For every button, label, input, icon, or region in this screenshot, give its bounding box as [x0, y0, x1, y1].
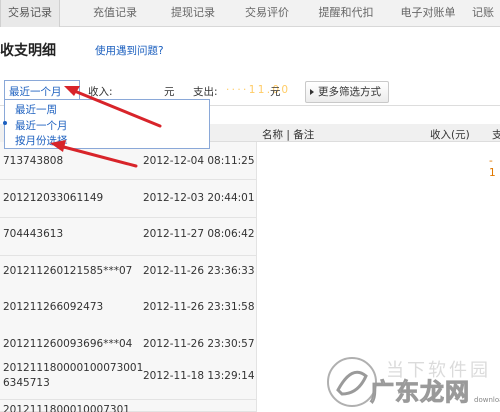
- menu-item-last-week[interactable]: 最近一周: [15, 102, 57, 117]
- tab-transaction-reviews[interactable]: 交易评价: [232, 0, 302, 27]
- triangle-right-icon: [310, 89, 314, 95]
- tab-withdraw-records[interactable]: 提现记录: [158, 0, 228, 27]
- menu-item-by-month[interactable]: 按月份选择: [15, 133, 68, 148]
- row-transaction-id: 201211266092473: [3, 301, 104, 313]
- column-header-name: 名称 | 备注: [262, 129, 315, 141]
- date-range-select[interactable]: 最近一个月: [4, 80, 80, 100]
- date-range-selected: 最近一个月: [9, 86, 62, 98]
- row-transaction-id: 2012111800010007301: [3, 404, 130, 412]
- tab-transaction-records[interactable]: 交易记录: [0, 0, 60, 27]
- row-transaction-id: 201212033061149: [3, 192, 104, 204]
- column-header-expense: 支: [492, 129, 500, 141]
- watermark-sub-text: download: [474, 396, 500, 404]
- column-divider: [256, 142, 257, 412]
- row-transaction-id: 713743808: [3, 155, 64, 167]
- tab-recharge-records[interactable]: 充值记录: [80, 0, 150, 27]
- more-filters-label: 更多筛选方式: [318, 86, 381, 98]
- tab-e-statement[interactable]: 电子对账单: [390, 0, 466, 27]
- row-time: 2012-11-26 23:30:57: [143, 338, 255, 350]
- tab-bar: 交易记录 充值记录 提现记录 交易评价 提醒和代扣 电子对账单 记账: [0, 0, 500, 27]
- row-transaction-id: 201211260093696***04: [3, 338, 133, 350]
- row-time: 2012-11-26 23:31:58: [143, 301, 255, 313]
- row-amount: - 1: [489, 155, 496, 179]
- row-transaction-id: 704443613: [3, 228, 64, 240]
- column-header-income: 收入(元): [430, 129, 470, 141]
- row-time: 2012-11-26 23:36:33: [143, 265, 255, 277]
- tab-reminders[interactable]: 提醒和代扣: [306, 0, 386, 27]
- menu-item-last-month[interactable]: 最近一个月: [15, 118, 68, 133]
- row-time: 2012-11-27 08:06:42: [143, 228, 255, 240]
- row-transaction-id-line2: 6345713: [3, 377, 50, 389]
- expense-unit: 元: [270, 86, 281, 98]
- row-time: 2012-12-04 08:11:25: [143, 155, 255, 167]
- row-transaction-id-line1: 201211180000100073001: [3, 362, 144, 374]
- row-time: 2012-12-03 20:44:01: [143, 192, 255, 204]
- page-title: 收支明细: [0, 43, 56, 59]
- expense-label: 支出:: [193, 86, 218, 98]
- selected-dot-icon: [3, 121, 7, 125]
- help-link[interactable]: 使用遇到问题?: [95, 43, 164, 58]
- row-transaction-id: 201211260121585***07: [3, 265, 133, 277]
- income-label: 收入:: [88, 86, 113, 98]
- watermark-main-text: 广东龙网: [370, 378, 470, 407]
- caret-down-icon: [68, 89, 74, 93]
- row-time: 2012-11-18 13:29:14: [143, 370, 255, 382]
- tab-bookkeeping[interactable]: 记账: [472, 0, 500, 27]
- income-unit: 元: [164, 86, 175, 98]
- more-filters-button[interactable]: 更多筛选方式: [305, 81, 389, 103]
